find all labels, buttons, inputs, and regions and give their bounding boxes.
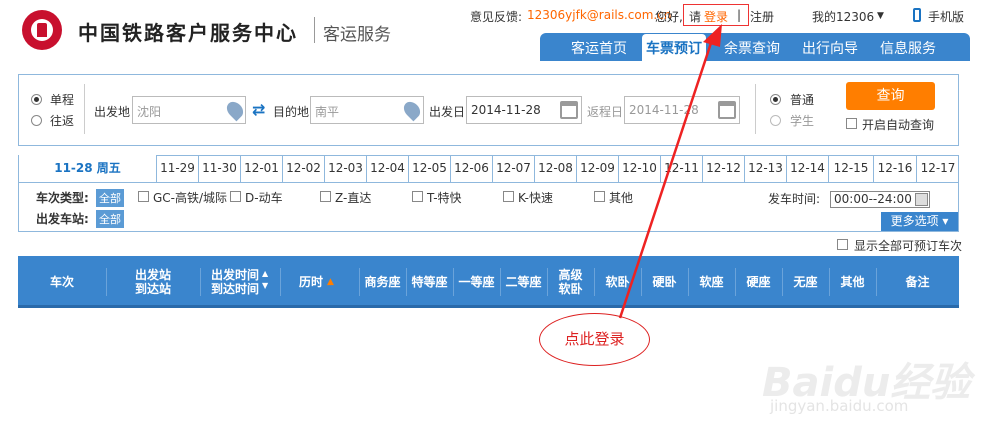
annotation-callout: 点此登录 (539, 313, 650, 366)
watermark-url: jingyan.baidu.com (770, 397, 909, 415)
